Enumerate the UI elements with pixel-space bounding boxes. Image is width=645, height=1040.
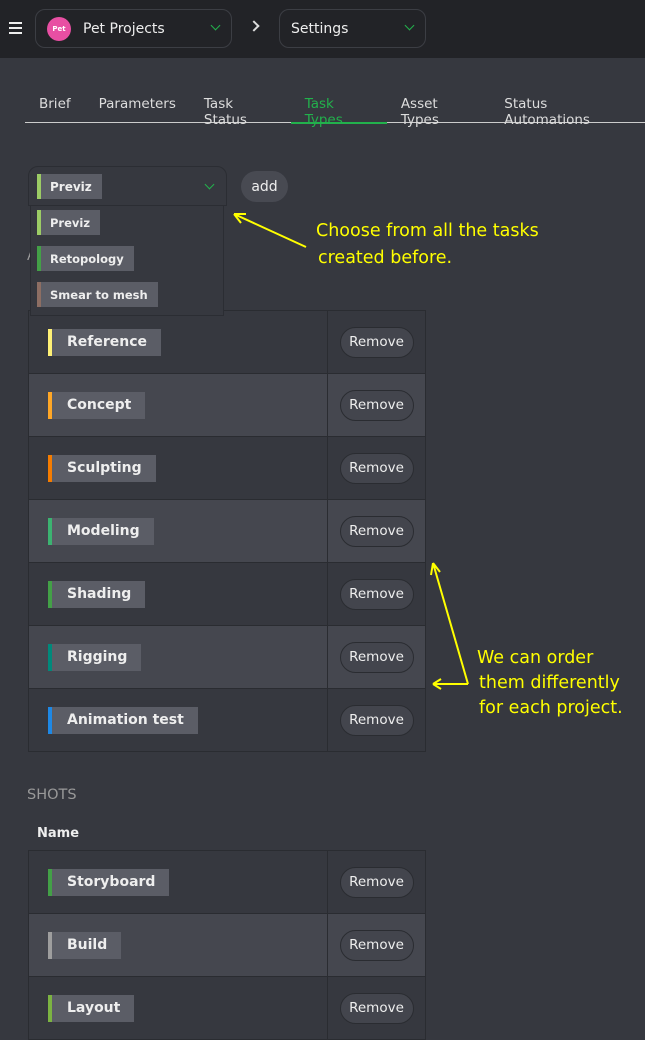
name-cell: Concept xyxy=(28,373,328,437)
table-row[interactable]: Layout Remove xyxy=(28,976,426,1040)
action-cell: Remove xyxy=(327,373,426,437)
tab-task-status[interactable]: Task Status xyxy=(190,90,291,128)
annotation-line: them differently xyxy=(479,673,620,693)
remove-button[interactable]: Remove xyxy=(339,326,414,358)
task-type-tag: Animation test xyxy=(48,706,198,734)
table-row[interactable]: Reference Remove xyxy=(28,310,426,374)
add-button[interactable]: add xyxy=(241,171,288,202)
annotation-choose: Choose from all the tasks created before… xyxy=(316,218,539,272)
action-cell: Remove xyxy=(327,976,426,1040)
arrow-to-table-left xyxy=(432,678,468,690)
name-cell: Layout xyxy=(28,976,328,1040)
annotation-line: created before. xyxy=(318,248,453,268)
task-type-tag: Concept xyxy=(48,391,146,419)
table-row[interactable]: Modeling Remove xyxy=(28,499,426,563)
action-cell: Remove xyxy=(327,913,426,977)
name-cell: Rigging xyxy=(28,625,328,689)
remove-button[interactable]: Remove xyxy=(339,704,414,736)
annotation-line: Choose from all the tasks xyxy=(316,221,539,241)
arrow-to-table-up xyxy=(430,562,469,685)
task-type-tag: Reference xyxy=(48,328,162,356)
remove-button[interactable]: Remove xyxy=(339,452,414,484)
tab-brief[interactable]: Brief xyxy=(25,90,85,122)
section-selector[interactable]: Settings xyxy=(279,9,426,48)
name-cell: Modeling xyxy=(28,499,328,563)
section-name: Settings xyxy=(291,20,349,37)
action-cell: Remove xyxy=(327,625,426,689)
remove-button[interactable]: Remove xyxy=(339,929,414,961)
table-row[interactable]: Rigging Remove xyxy=(28,625,426,689)
task-type-dropdown[interactable]: Previz xyxy=(28,166,227,206)
name-cell: Build xyxy=(28,913,328,977)
action-cell: Remove xyxy=(327,499,426,563)
table-row[interactable]: Sculpting Remove xyxy=(28,436,426,500)
tab-asset-types[interactable]: Asset Types xyxy=(387,90,490,128)
task-type-tag: Sculpting xyxy=(48,454,156,482)
table-row[interactable]: Storyboard Remove xyxy=(28,850,426,914)
annotation-order: We can order them differently for each p… xyxy=(477,646,623,721)
action-cell: Remove xyxy=(327,436,426,500)
table-row[interactable]: Shading Remove xyxy=(28,562,426,626)
annotation-line: for each project. xyxy=(479,698,623,718)
name-column-header: Name xyxy=(37,826,80,841)
task-type-tag: Rigging xyxy=(48,643,142,671)
action-cell: Remove xyxy=(327,850,426,914)
project-logo: Pet xyxy=(47,16,71,41)
action-cell: Remove xyxy=(327,310,426,374)
task-type-tag: Layout xyxy=(48,994,135,1022)
table-row[interactable]: Concept Remove xyxy=(28,373,426,437)
shots-heading: SHOTS xyxy=(27,787,77,803)
name-cell: Sculpting xyxy=(28,436,328,500)
shots-task-types-table: Storyboard Remove Build Remove Layout Remove xyxy=(28,850,426,1040)
name-cell: Shading xyxy=(28,562,328,626)
tab-parameters[interactable]: Parameters xyxy=(85,90,190,122)
table-row[interactable]: Animation test Remove xyxy=(28,688,426,752)
assets-task-types-table: Reference Remove Concept Remove Sculpting Rem… xyxy=(28,310,426,752)
action-cell: Remove xyxy=(327,688,426,752)
task-type-tag: Shading xyxy=(48,580,146,608)
chevron-down-icon xyxy=(404,20,415,31)
project-selector[interactable]: Pet Pet Projects xyxy=(35,9,232,48)
top-bar: Pet Pet Projects Settings xyxy=(0,0,645,58)
task-type-options: Previz Retopology Smear to mesh xyxy=(30,205,224,316)
chevron-right-icon xyxy=(248,20,260,32)
table-row[interactable]: Build Remove xyxy=(28,913,426,977)
task-type-tag: Modeling xyxy=(48,517,154,545)
task-type-option[interactable]: Retopology xyxy=(37,246,134,271)
remove-button[interactable]: Remove xyxy=(339,389,414,421)
arrow-to-dropdown xyxy=(233,213,307,248)
name-cell: Storyboard xyxy=(28,850,328,914)
tab-task-types[interactable]: Task Types xyxy=(290,90,387,128)
action-cell: Remove xyxy=(327,562,426,626)
project-name: Pet Projects xyxy=(83,20,165,37)
annotation-line: We can order xyxy=(477,648,594,668)
selected-task-type: Previz xyxy=(37,174,102,199)
task-type-option[interactable]: Previz xyxy=(37,210,101,235)
chevron-down-icon xyxy=(210,20,221,31)
task-type-option[interactable]: Smear to mesh xyxy=(37,282,158,307)
name-cell: Animation test xyxy=(28,688,328,752)
remove-button[interactable]: Remove xyxy=(339,641,414,673)
remove-button[interactable]: Remove xyxy=(339,578,414,610)
chevron-down-icon xyxy=(204,179,215,190)
settings-tabs: Brief Parameters Task Status Task Types Asse… xyxy=(25,90,645,128)
remove-button[interactable]: Remove xyxy=(339,992,414,1024)
tab-status-automations[interactable]: Status Automations xyxy=(490,90,645,128)
task-type-tag: Storyboard xyxy=(48,868,170,896)
remove-button[interactable]: Remove xyxy=(339,866,414,898)
menu-icon[interactable] xyxy=(9,22,22,34)
remove-button[interactable]: Remove xyxy=(339,515,414,547)
task-type-tag: Build xyxy=(48,931,122,959)
name-cell: Reference xyxy=(28,310,328,374)
